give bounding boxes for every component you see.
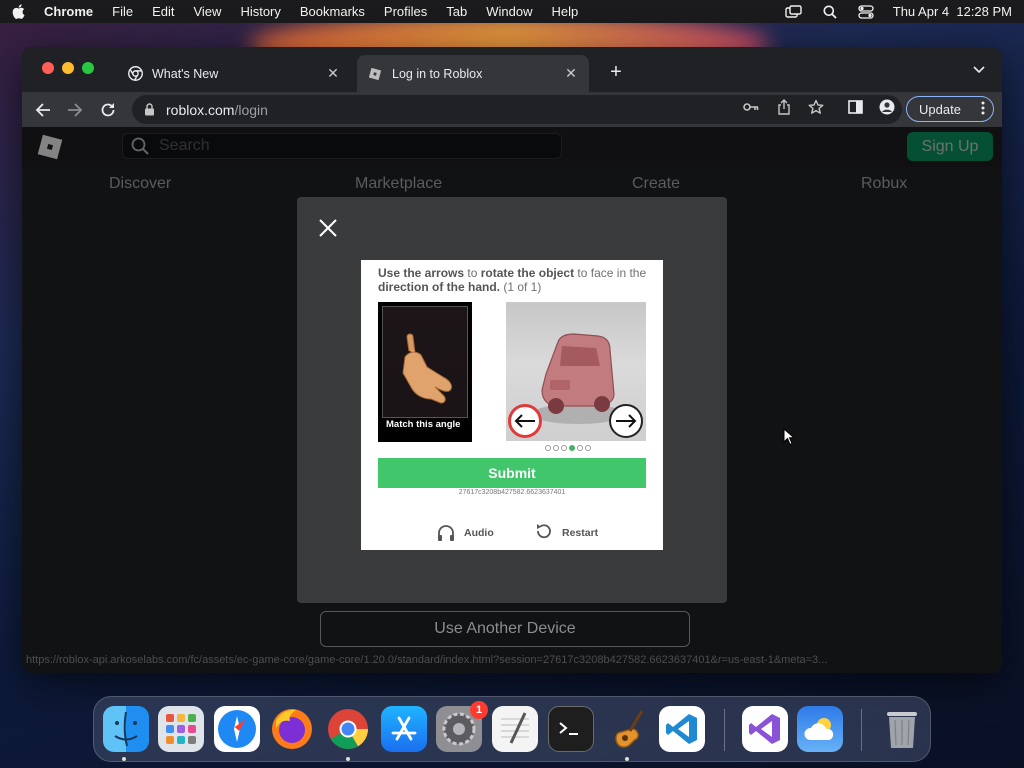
- hand-pointing-icon: [402, 333, 452, 404]
- control-center-icon[interactable]: [857, 4, 875, 19]
- pager-dot: [577, 445, 583, 451]
- restart-label: Restart: [562, 527, 599, 539]
- weather-icon[interactable]: [797, 706, 843, 752]
- profile-avatar-icon[interactable]: [878, 98, 896, 116]
- headphones-icon: [436, 523, 456, 543]
- tab-title: Log in to Roblox: [392, 66, 483, 81]
- spotlight-search-icon[interactable]: [821, 5, 839, 19]
- audio-button[interactable]: Audio: [436, 523, 494, 543]
- back-icon[interactable]: [32, 99, 54, 121]
- garageband-icon[interactable]: [603, 706, 649, 752]
- web-page: Search Sign Up Discover Marketplace Crea…: [22, 127, 1002, 673]
- menu-edit[interactable]: Edit: [152, 4, 174, 19]
- browser-toolbar: roblox.com/login Update: [22, 92, 1002, 127]
- finder-icon[interactable]: [103, 706, 149, 752]
- garageband-running-dot: [625, 757, 629, 761]
- side-panel-icon[interactable]: [846, 98, 864, 116]
- pager-dot: [545, 445, 551, 451]
- menu-view[interactable]: View: [193, 4, 221, 19]
- tab-log-in-to-roblox[interactable]: Log in to Roblox ✕: [357, 55, 589, 92]
- browser-window: What's New ✕ Log in to Roblox ✕ + roblox…: [22, 47, 1002, 673]
- menu-window[interactable]: Window: [486, 4, 532, 19]
- menu-bar: Chrome File Edit View History Bookmarks …: [0, 0, 1024, 23]
- menu-app-name[interactable]: Chrome: [44, 4, 93, 19]
- rotation-pager: [545, 445, 591, 451]
- textedit-icon[interactable]: [492, 706, 538, 752]
- share-icon[interactable]: [775, 98, 793, 116]
- new-tab-button[interactable]: +: [606, 61, 626, 84]
- reload-icon[interactable]: [97, 99, 119, 121]
- apple-menu-icon[interactable]: [12, 4, 26, 20]
- terminal-icon[interactable]: [548, 706, 594, 752]
- dock: 1: [93, 696, 931, 762]
- reference-hand-image: Match this angle: [378, 302, 472, 442]
- verification-modal: Use the arrows to rotate the object to f…: [297, 197, 727, 603]
- restart-icon: [534, 523, 554, 543]
- more-menu-icon[interactable]: [981, 100, 985, 119]
- tab-whats-new[interactable]: What's New ✕: [117, 55, 351, 92]
- tab-strip: What's New ✕ Log in to Roblox ✕ +: [22, 47, 1002, 92]
- visual-studio-code-icon[interactable]: [659, 706, 705, 752]
- menu-profiles[interactable]: Profiles: [384, 4, 427, 19]
- menu-bookmarks[interactable]: Bookmarks: [300, 4, 365, 19]
- url-host: roblox.com: [166, 101, 235, 118]
- update-label: Update: [919, 101, 961, 117]
- firefox-icon[interactable]: [269, 706, 315, 752]
- launchpad-icon[interactable]: [158, 706, 204, 752]
- mouse-cursor-icon: [783, 427, 796, 446]
- tab-title: What's New: [152, 66, 219, 81]
- password-key-icon[interactable]: [742, 98, 760, 116]
- session-id: 27617c3208b427582.6623637401: [458, 489, 566, 496]
- screen-mirroring-icon[interactable]: [785, 5, 803, 19]
- rotatable-object-image: [506, 302, 646, 441]
- forward-icon[interactable]: [64, 99, 86, 121]
- close-icon[interactable]: [317, 217, 339, 239]
- submit-button[interactable]: Submit: [378, 458, 646, 488]
- chrome-dock-icon[interactable]: [325, 706, 371, 752]
- status-bar-url: https://roblox-api.arkoselabs.com/fc/ass…: [26, 654, 828, 666]
- menu-clock[interactable]: Thu Apr 4 12:28 PM: [893, 4, 1012, 19]
- bookmark-star-icon[interactable]: [807, 98, 825, 116]
- menu-file[interactable]: File: [112, 4, 133, 19]
- tab-close-icon[interactable]: ✕: [563, 65, 579, 82]
- captcha-panel: Use the arrows to rotate the object to f…: [361, 260, 663, 550]
- match-angle-label: Match this angle: [386, 419, 461, 430]
- rotate-right-arrow-button[interactable]: [609, 404, 643, 438]
- use-another-device-button[interactable]: Use Another Device: [320, 611, 690, 647]
- window-zoom-button[interactable]: [82, 62, 94, 74]
- menu-help[interactable]: Help: [552, 4, 579, 19]
- system-preferences-badge: 1: [470, 701, 488, 719]
- menu-history[interactable]: History: [240, 4, 280, 19]
- window-controls: [42, 62, 94, 74]
- rotate-left-arrow-button[interactable]: [508, 404, 542, 438]
- visual-studio-icon[interactable]: [742, 706, 788, 752]
- captcha-instructions: Use the arrows to rotate the object to f…: [378, 266, 647, 294]
- app-store-icon[interactable]: [381, 706, 427, 752]
- chrome-running-dot: [346, 757, 350, 761]
- window-minimize-button[interactable]: [62, 62, 74, 74]
- menu-tab[interactable]: Tab: [446, 4, 467, 19]
- pager-dot: [553, 445, 559, 451]
- lock-icon[interactable]: [144, 102, 156, 117]
- audio-label: Audio: [464, 527, 494, 539]
- restart-button[interactable]: Restart: [534, 523, 598, 543]
- update-button[interactable]: Update: [906, 96, 994, 122]
- pager-dot: [569, 445, 575, 451]
- safari-icon[interactable]: [214, 706, 260, 752]
- pager-dot: [561, 445, 567, 451]
- trash-icon[interactable]: [879, 706, 925, 752]
- tab-close-icon[interactable]: ✕: [325, 65, 341, 82]
- tab-search-chevron-icon[interactable]: [972, 62, 988, 78]
- window-close-button[interactable]: [42, 62, 54, 74]
- url-path: /login: [234, 101, 268, 118]
- pager-dot: [585, 445, 591, 451]
- finder-running-dot: [122, 757, 126, 761]
- chrome-icon: [127, 66, 143, 82]
- roblox-icon: [367, 66, 383, 82]
- dock-separator: [861, 709, 862, 751]
- dock-separator: [724, 709, 725, 751]
